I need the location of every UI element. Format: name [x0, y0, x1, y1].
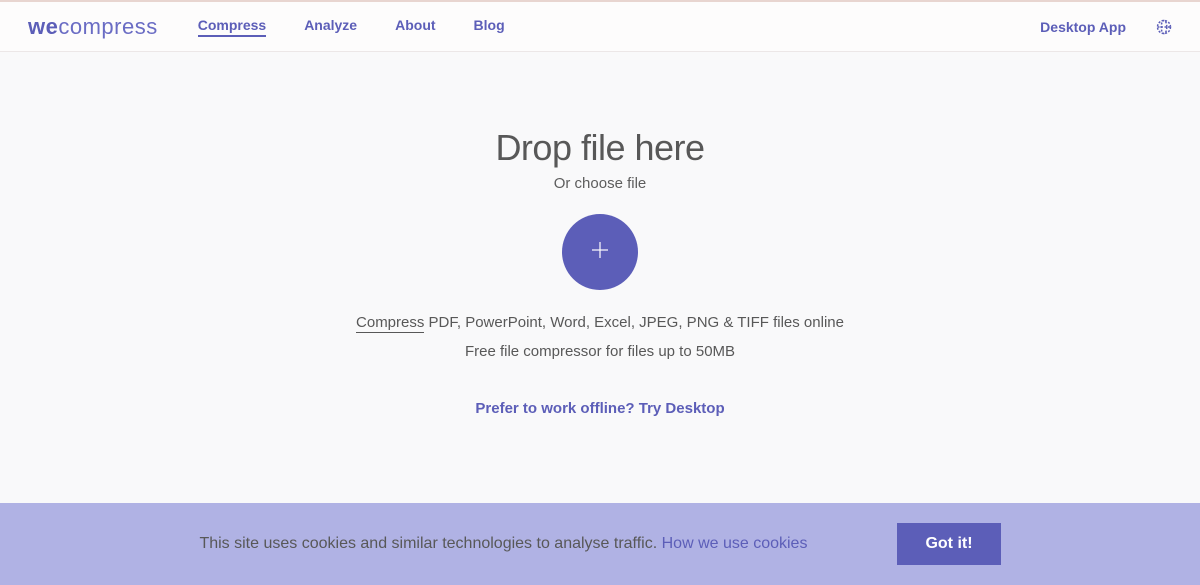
logo-compress: compress	[58, 14, 157, 39]
offline-link[interactable]: Prefer to work offline? Try Desktop	[475, 400, 724, 417]
cookie-text: This site uses cookies and similar techn…	[199, 535, 807, 553]
cookie-banner: This site uses cookies and similar techn…	[0, 503, 1200, 585]
description-rest: PDF, PowerPoint, Word, Excel, JPEG, PNG …	[424, 314, 844, 331]
upload-button[interactable]	[562, 214, 638, 290]
desktop-app-link[interactable]: Desktop App	[1040, 19, 1126, 35]
choose-file-label: Or choose file	[0, 175, 1200, 192]
logo[interactable]: wecompress	[28, 14, 158, 40]
plus-icon	[588, 238, 612, 267]
header-left: wecompress Compress Analyze About Blog	[28, 14, 505, 40]
nav-analyze[interactable]: Analyze	[304, 17, 357, 37]
description-line1: Compress PDF, PowerPoint, Word, Excel, J…	[0, 314, 1200, 331]
cookie-accept-button[interactable]: Got it!	[897, 523, 1000, 565]
cookie-message: This site uses cookies and similar techn…	[199, 535, 661, 552]
header-right: Desktop App	[1040, 19, 1172, 35]
drop-title: Drop file here	[0, 127, 1200, 169]
description-line2: Free file compressor for files up to 50M…	[0, 343, 1200, 360]
header: wecompress Compress Analyze About Blog D…	[0, 2, 1200, 52]
nav-about[interactable]: About	[395, 17, 435, 37]
compress-word: Compress	[356, 314, 424, 333]
main-nav: Compress Analyze About Blog	[198, 17, 505, 37]
logo-we: we	[28, 14, 58, 39]
nav-compress[interactable]: Compress	[198, 17, 266, 37]
cookie-policy-link[interactable]: How we use cookies	[662, 535, 808, 552]
nav-blog[interactable]: Blog	[474, 17, 505, 37]
main-content: Drop file here Or choose file Compress P…	[0, 52, 1200, 418]
globe-icon[interactable]	[1156, 19, 1172, 35]
